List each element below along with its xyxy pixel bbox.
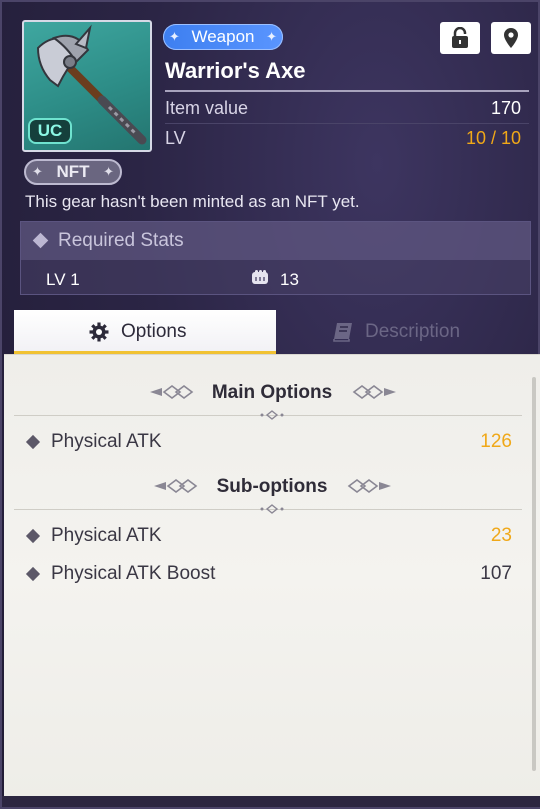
diamond-bullet-icon: [25, 528, 41, 544]
diamond-bullet-icon: [25, 566, 41, 582]
tab-description[interactable]: Description: [276, 310, 530, 354]
item-name: Warrior's Axe: [165, 58, 306, 83]
nft-status-text: This gear hasn't been minted as an NFT y…: [25, 192, 360, 211]
option-value: 126: [480, 431, 512, 452]
sub-options-title: Sub-options: [216, 476, 328, 497]
fist-icon: [252, 270, 268, 284]
required-level: LV 1: [46, 270, 80, 289]
item-value-label: Item value: [165, 98, 249, 118]
sparkle-icon: ✦: [169, 29, 180, 44]
options-content: Main Options Physical ATK 126 Sub-option…: [4, 354, 540, 800]
lv-row: LV 10 / 10: [165, 124, 529, 152]
diamond-bullet-icon: [25, 434, 41, 450]
item-type-label: Weapon: [191, 27, 255, 46]
divider-ornament-icon: [260, 504, 284, 514]
sub-option-row: Physical ATK Boost 107: [4, 560, 540, 588]
nft-label: NFT: [56, 162, 90, 181]
main-options-title: Main Options: [211, 382, 333, 403]
unlock-icon: [452, 27, 468, 48]
required-stats-panel: Required Stats LV 1 13: [20, 221, 531, 295]
option-name: Physical ATK: [51, 431, 162, 452]
bottom-edge: [2, 796, 540, 807]
lv-label: LV: [165, 128, 186, 148]
required-stats-header: Required Stats: [21, 222, 530, 260]
item-thumbnail: UC: [22, 20, 152, 152]
gear-icon: [89, 322, 109, 342]
divider: [165, 90, 529, 92]
option-value: 107: [480, 563, 512, 584]
diamond-bullet-icon: [32, 232, 49, 249]
item-value-row: Item value 170: [165, 94, 529, 122]
map-pin-icon: [504, 28, 518, 48]
sparkle-icon: ✦: [32, 164, 43, 179]
required-strength: 13: [280, 270, 299, 289]
required-stats-title: Required Stats: [58, 230, 184, 251]
rarity-badge: UC: [28, 118, 72, 144]
main-option-row: Physical ATK 126: [4, 428, 540, 456]
option-value: 23: [490, 525, 512, 546]
tab-options-label: Options: [121, 321, 187, 342]
option-name: Physical ATK: [51, 525, 162, 546]
tab-description-label: Description: [365, 321, 461, 342]
locate-button[interactable]: [491, 22, 531, 54]
nft-badge: ✦ NFT ✦: [24, 159, 122, 185]
item-detail-panel: UC ✦ Weapon ✦ Warrior's Axe Item value 1…: [0, 0, 540, 809]
book-icon: [333, 323, 352, 342]
lv-value: 10 / 10: [465, 128, 521, 148]
sub-option-row: Physical ATK 23: [4, 522, 540, 550]
tab-options[interactable]: Options: [14, 310, 276, 354]
option-name: Physical ATK Boost: [51, 563, 216, 584]
item-type-tag: ✦ Weapon ✦: [163, 24, 283, 50]
right-ornament-icon: [352, 385, 396, 399]
sparkle-icon: ✦: [266, 29, 277, 44]
right-ornament-icon: [347, 479, 391, 493]
item-value: 170: [490, 98, 521, 118]
sparkle-icon: ✦: [103, 164, 114, 179]
divider-ornament-icon: [260, 410, 284, 420]
lock-toggle-button[interactable]: [440, 22, 480, 54]
